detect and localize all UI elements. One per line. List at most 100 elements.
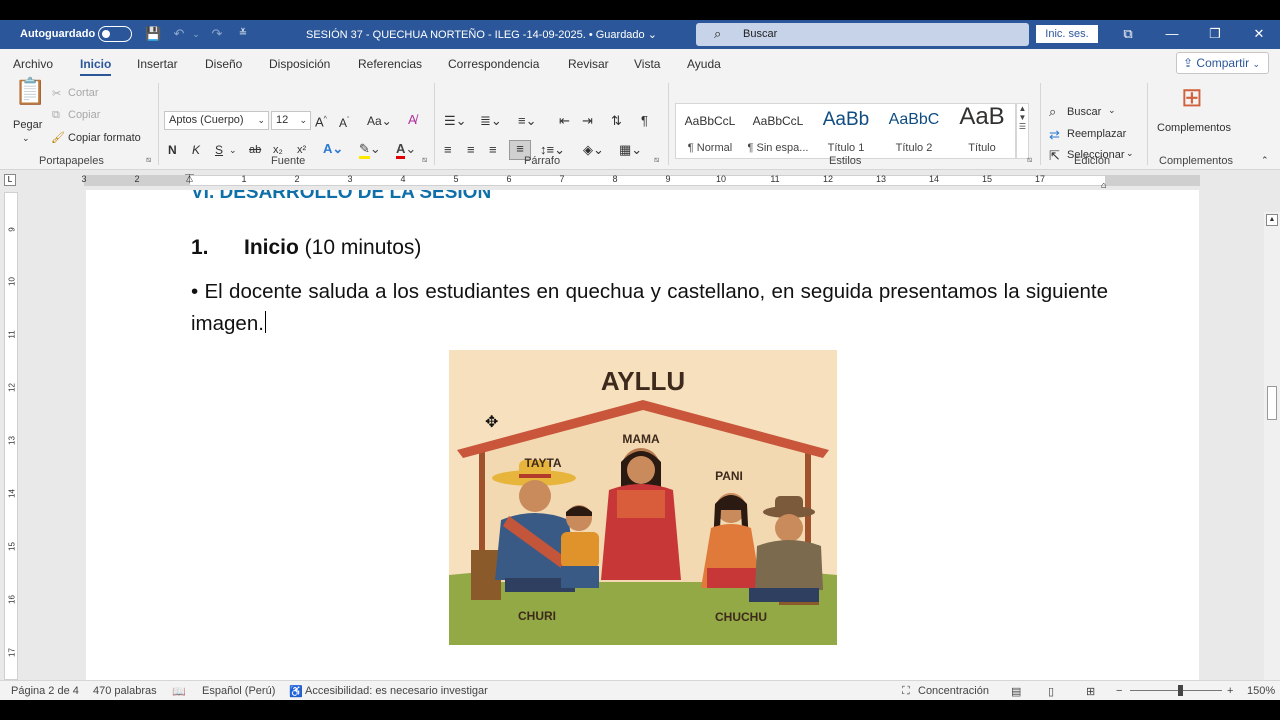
shading-icon[interactable]: ◈⌄ [583,142,604,158]
align-left-icon[interactable]: ≡ [444,142,452,158]
change-case-icon[interactable]: Aa⌄ [367,113,392,129]
paste-button[interactable]: Pegar [13,119,42,131]
styles-launcher-icon[interactable]: ⧅ [1027,155,1032,165]
style-heading-1[interactable]: AaBb Título 1 [812,104,880,160]
horizontal-ruler: L 3 2 1 1 2 3 4 5 6 7 8 9 10 11 12 13 14… [0,170,1280,190]
undo-icon[interactable]: ↶ [171,26,187,42]
text-effects-icon[interactable]: A⌄ [323,141,343,157]
show-formatting-icon[interactable]: ¶ [641,113,648,129]
proofing-icon[interactable]: 📖 [172,685,186,698]
tab-revisar[interactable]: Revisar [568,57,609,71]
cut-button[interactable]: Cortar [68,87,99,99]
language[interactable]: Español (Perú) [202,685,275,697]
underline-button[interactable]: S [215,142,223,158]
tab-inicio[interactable]: Inicio [80,57,112,76]
style-title[interactable]: AaB Título [948,103,1016,160]
body-paragraph[interactable]: • El docente saluda a los estudiantes en… [191,276,1108,340]
paste-dropdown-icon[interactable]: ⌄ [22,133,30,144]
scroll-up-icon[interactable]: ▲ [1017,104,1028,113]
indent-marker-icon[interactable]: ⏄ [185,171,194,187]
vertical-scrollbar[interactable]: ▲ ▼ [1264,212,1280,700]
tab-insertar[interactable]: Insertar [137,57,178,71]
clipboard-launcher-icon[interactable]: ⧅ [146,155,151,165]
find-button[interactable]: Buscar [1067,106,1101,118]
style-heading-2[interactable]: AaBbC Título 2 [880,104,948,160]
shrink-font-icon[interactable]: Aˇ [339,113,349,131]
decrease-indent-icon[interactable]: ⇤ [559,113,570,129]
tab-selector[interactable]: L [4,174,16,186]
multilevel-list-icon[interactable]: ≡⌄ [518,113,536,129]
save-icon[interactable]: 💾 [145,26,161,42]
addins-button[interactable]: Complementos [1157,122,1231,134]
grow-font-icon[interactable]: A^ [315,112,327,130]
close-icon[interactable]: ✕ [1249,24,1269,44]
bold-button[interactable]: N [168,142,177,158]
borders-icon[interactable]: ▦⌄ [619,142,642,158]
share-button[interactable]: ⇪ Compartir ⌄ [1176,52,1269,74]
tab-vista[interactable]: Vista [634,57,660,71]
sort-icon[interactable]: ⇅ [611,113,622,129]
autosave-toggle[interactable] [98,26,132,42]
paragraph-launcher-icon[interactable]: ⧅ [654,155,659,165]
style-no-spacing[interactable]: AaBbCcL ¶ Sin espa... [744,104,812,160]
italic-button[interactable]: K [192,142,200,158]
paste-icon[interactable]: 📋 [14,78,46,104]
underline-dropdown-icon[interactable]: ⌄ [229,142,237,158]
increase-indent-icon[interactable]: ⇥ [582,113,593,129]
print-layout-icon[interactable]: ▯ [1048,685,1054,698]
more-styles-icon[interactable]: ☰ [1017,122,1028,131]
customize-quick-access-icon[interactable]: ≚ [235,26,251,42]
scroll-down-icon[interactable]: ▼ [1017,113,1028,122]
scroll-thumb[interactable] [1267,386,1277,420]
tab-correspondencia[interactable]: Correspondencia [448,57,539,71]
numbering-icon[interactable]: ≣⌄ [480,113,502,129]
zoom-slider-thumb[interactable] [1178,685,1183,696]
read-mode-icon[interactable]: ▤ [1011,685,1021,698]
family-illustration[interactable]: AYLLU MAMA TAYTA PANI CHURI CHUCHU ✥ [449,350,837,645]
minimize-icon[interactable]: — [1162,24,1182,44]
zoom-level[interactable]: 150% [1247,685,1275,697]
align-center-icon[interactable]: ≡ [467,142,475,158]
style-normal[interactable]: AaBbCcL ¶ Normal [676,104,744,160]
addins-icon[interactable]: ⊞ [1181,83,1203,111]
accessibility-status[interactable]: Accesibilidad: es necesario investigar [305,685,488,697]
group-label-addins: Complementos [1159,155,1233,167]
format-painter-button[interactable]: Copiar formato [68,132,141,144]
styles-scrollbar[interactable]: ▲ ▼ ☰ [1016,103,1029,159]
document-title[interactable]: SESIÓN 37 - QUECHUA NORTEÑO - ILEG -14-0… [306,28,657,41]
clear-formatting-icon[interactable]: A̸ [408,112,417,128]
chevron-down-icon[interactable]: ⌄ [1126,148,1134,159]
scroll-up-icon[interactable]: ▲ [1266,214,1278,226]
copy-button[interactable]: Copiar [68,109,100,121]
bullets-icon[interactable]: ☰⌄ [444,113,467,129]
ribbon-display-options-icon[interactable]: ⧉ [1118,24,1138,44]
sign-in-button[interactable]: Inic. ses. [1036,25,1098,43]
search-box[interactable]: ⌕ Buscar [696,23,1029,46]
zoom-in-icon[interactable]: + [1227,685,1233,697]
chevron-down-icon[interactable]: ⌄ [1108,105,1116,116]
document-page[interactable]: VI. DESARROLLO DE LA SESIÓN 1. Inicio (10… [86,190,1199,680]
highlight-icon[interactable]: ✎⌄ [359,141,381,159]
web-layout-icon[interactable]: ⊞ [1086,685,1095,698]
font-launcher-icon[interactable]: ⧅ [422,155,427,165]
zoom-slider[interactable] [1130,690,1222,691]
font-size-select[interactable]: 12 ⌄ [271,111,311,130]
align-right-icon[interactable]: ≡ [489,142,497,158]
replace-button[interactable]: Reemplazar [1067,128,1126,140]
font-family-select[interactable]: Aptos (Cuerpo) ⌄ [164,111,269,130]
strikethrough-button[interactable]: ab [249,142,261,158]
focus-mode-button[interactable]: Concentración [918,685,989,697]
undo-dropdown-icon[interactable]: ⌄ [188,26,204,42]
word-count[interactable]: 470 palabras [93,685,157,697]
zoom-out-icon[interactable]: − [1116,685,1122,697]
collapse-ribbon-icon[interactable]: ⌃ [1261,155,1269,166]
restore-icon[interactable]: ❐ [1205,24,1225,44]
tab-diseno[interactable]: Diseño [205,57,242,71]
page-count[interactable]: Página 2 de 4 [11,685,79,697]
tab-archivo[interactable]: Archivo [13,57,53,71]
tab-disposicion[interactable]: Disposición [269,57,330,71]
redo-icon[interactable]: ↷ [209,26,225,42]
font-color-icon[interactable]: A⌄ [396,141,416,159]
tab-ayuda[interactable]: Ayuda [687,57,721,71]
tab-referencias[interactable]: Referencias [358,57,422,71]
